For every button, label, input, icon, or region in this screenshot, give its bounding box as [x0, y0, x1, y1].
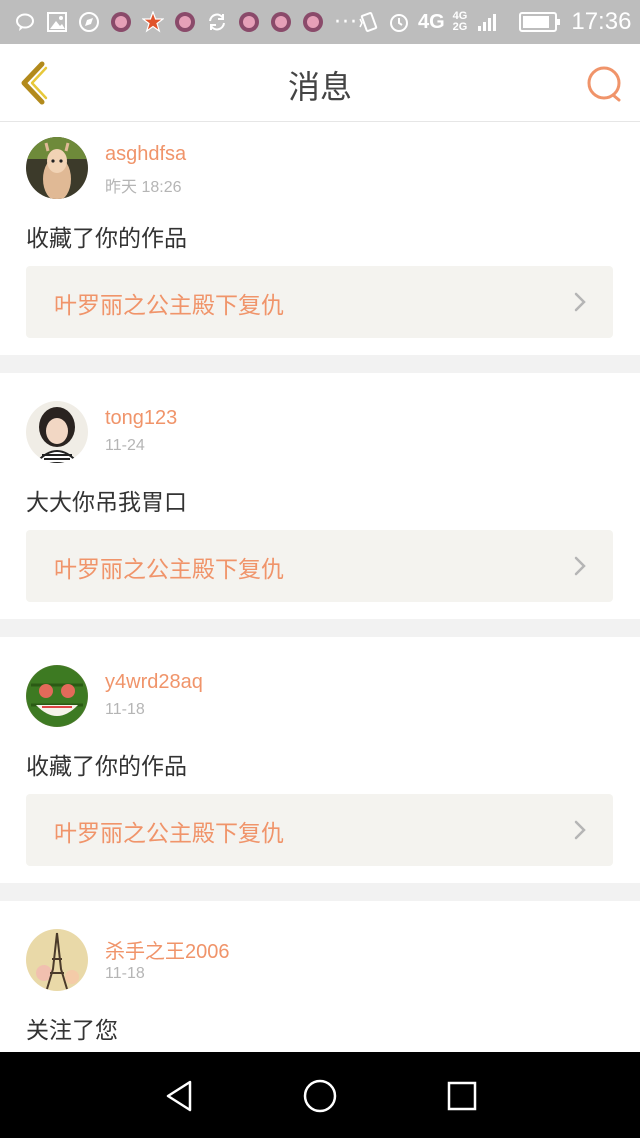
work-link[interactable]: 叶罗丽之公主殿下复仇 [26, 266, 613, 338]
list-item: y4wrd28aq 11-18 收藏了你的作品 叶罗丽之公主殿下复仇 [0, 637, 640, 883]
message-text: 大大你吊我胃口 [26, 490, 187, 516]
network-type-label: 4G [417, 10, 445, 33]
vibrate-icon [358, 11, 380, 33]
work-title: 叶罗丽之公主殿下复仇 [54, 293, 284, 319]
battery-icon [519, 12, 561, 32]
username[interactable]: tong123 [105, 407, 177, 430]
chevron-right-icon [573, 290, 587, 314]
triangle-back-icon[interactable] [160, 1076, 200, 1116]
status-bar: ··· 4G 4G 2G 17:36 [0, 0, 640, 44]
app-icon [302, 11, 324, 33]
timestamp: 11-18 [105, 701, 145, 718]
secondary-network-indicator: 4G 2G [452, 10, 468, 33]
app-icon [238, 11, 260, 33]
chat-bubble-icon [14, 11, 36, 33]
compass-icon [78, 11, 100, 33]
app-icon [110, 11, 132, 33]
timestamp: 昨天 18:26 [105, 179, 182, 196]
list-item: tong123 11-24 大大你吊我胃口 叶罗丽之公主殿下复仇 [0, 373, 640, 619]
work-link[interactable]: 叶罗丽之公主殿下复仇 [26, 530, 613, 602]
timestamp: 11-24 [105, 437, 145, 454]
chevron-right-icon [573, 554, 587, 578]
message-text: 收藏了你的作品 [26, 226, 187, 252]
timestamp: 11-18 [105, 965, 145, 982]
work-title: 叶罗丽之公主殿下复仇 [54, 821, 284, 847]
search-icon[interactable] [584, 64, 624, 104]
star-icon [142, 11, 164, 33]
app-icon [270, 11, 292, 33]
work-link[interactable]: 叶罗丽之公主殿下复仇 [26, 794, 613, 866]
girl-avatar[interactable] [26, 401, 88, 463]
message-text: 收藏了你的作品 [26, 754, 187, 780]
system-nav-bar [0, 1052, 640, 1138]
divider [0, 355, 640, 373]
alarm-icon [388, 11, 410, 33]
message-list: asghdfsa 昨天 18:26 收藏了你的作品 叶罗丽之公主殿下复仇 ton… [0, 123, 640, 1061]
image-icon [46, 11, 68, 33]
clock: 17:36 [571, 8, 632, 35]
username[interactable]: asghdfsa [105, 143, 186, 166]
eiffel-tower-avatar[interactable] [26, 929, 88, 991]
chevron-right-icon [573, 818, 587, 842]
username[interactable]: 杀手之王2006 [105, 935, 230, 964]
page-title: 消息 [287, 68, 352, 106]
app-header: 消息 [0, 44, 640, 122]
list-item: 杀手之王2006 11-18 关注了您 [0, 901, 640, 1061]
divider [0, 619, 640, 637]
signal-icon [477, 11, 497, 33]
square-recents-icon[interactable] [442, 1076, 482, 1116]
message-text: 关注了您 [26, 1018, 118, 1044]
more-notifications-icon: ··· [334, 9, 358, 35]
username[interactable]: y4wrd28aq [105, 671, 203, 694]
circle-home-icon[interactable] [300, 1076, 340, 1116]
sync-icon [206, 11, 228, 33]
alpaca-avatar[interactable] [26, 137, 88, 199]
list-item: asghdfsa 昨天 18:26 收藏了你的作品 叶罗丽之公主殿下复仇 [0, 123, 640, 355]
work-title: 叶罗丽之公主殿下复仇 [54, 557, 284, 583]
app-icon [174, 11, 196, 33]
watermelon-avatar[interactable] [26, 665, 88, 727]
divider [0, 883, 640, 901]
